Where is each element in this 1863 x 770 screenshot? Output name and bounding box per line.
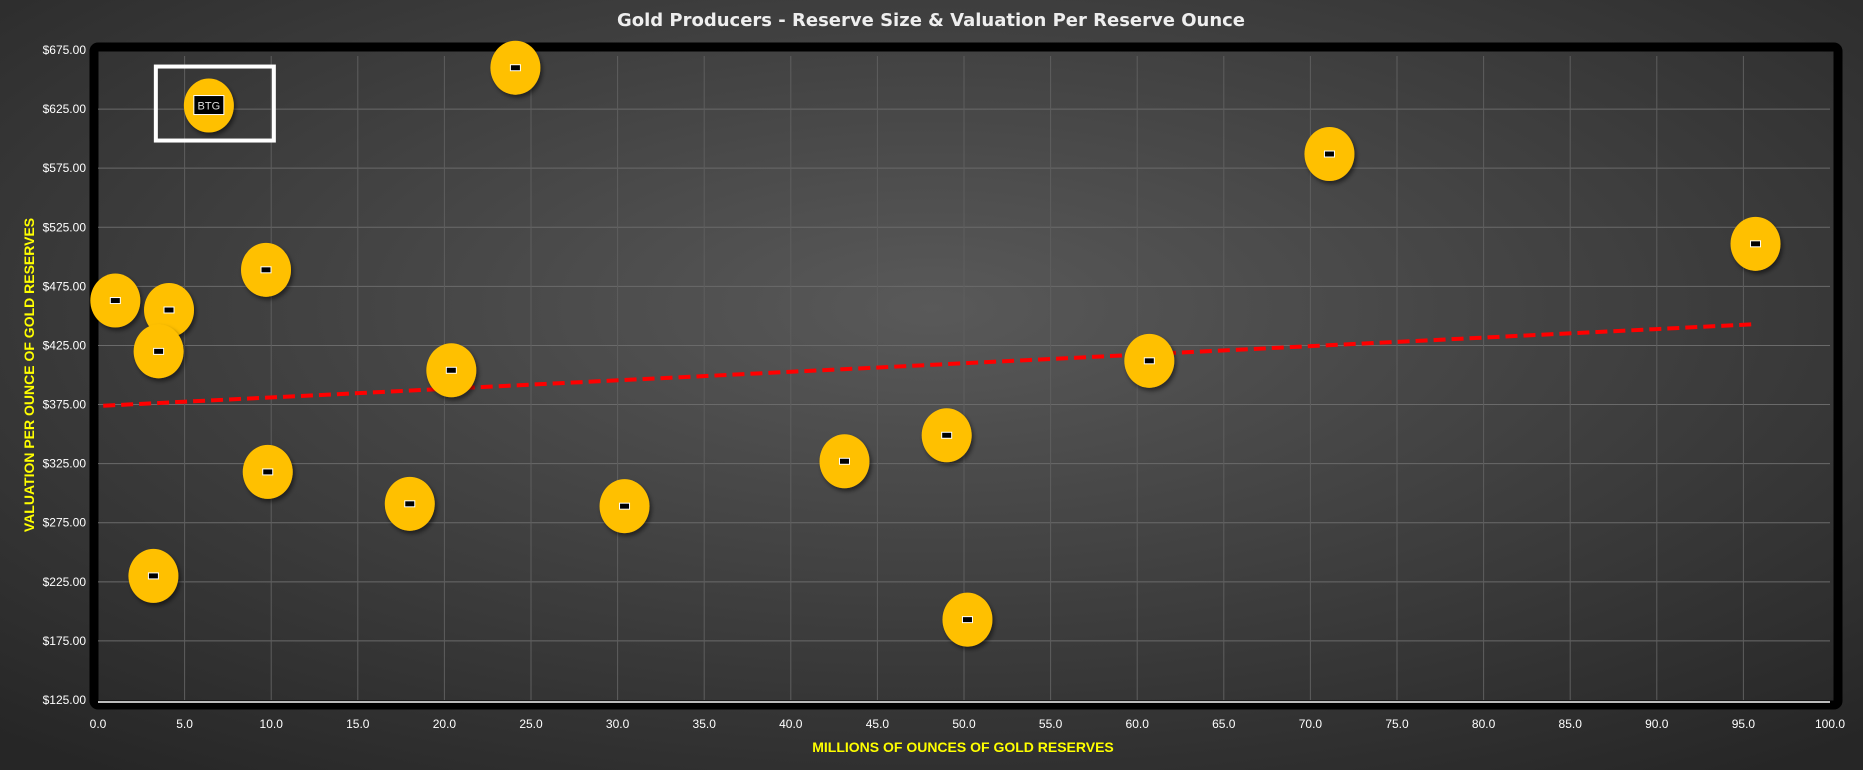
x-tick-label: 95.0 <box>1732 717 1756 731</box>
x-tick-label: 5.0 <box>176 717 193 731</box>
x-tick-label: 50.0 <box>952 717 976 731</box>
y-tick-label: $125.00 <box>43 693 87 707</box>
x-axis-label: MILLIONS OF OUNCES OF GOLD RESERVES <box>812 739 1114 755</box>
x-tick-label: 90.0 <box>1645 717 1669 731</box>
data-point <box>819 434 870 489</box>
data-label-box <box>260 266 272 274</box>
data-point <box>1124 333 1175 388</box>
x-tick-label: 40.0 <box>779 717 803 731</box>
y-tick-label: $525.00 <box>43 220 87 234</box>
x-tick-label: 85.0 <box>1559 717 1583 731</box>
data-point <box>599 479 650 534</box>
x-tick-label: 60.0 <box>1126 717 1150 731</box>
data-label-box <box>153 347 165 355</box>
data-point <box>490 40 541 95</box>
y-tick-label: $475.00 <box>43 279 87 293</box>
data-label-box <box>1323 150 1335 158</box>
x-tick-label: 15.0 <box>346 717 370 731</box>
data-point <box>384 476 435 531</box>
y-tick-label: $325.00 <box>43 457 87 471</box>
data-point <box>128 548 179 603</box>
data-point <box>241 242 292 297</box>
data-label-box <box>961 616 973 624</box>
data-label-box <box>509 64 521 72</box>
data-label-box <box>1143 357 1155 365</box>
data-point <box>426 343 477 398</box>
data-label-box <box>1750 240 1762 248</box>
y-tick-label: $275.00 <box>43 516 87 530</box>
data-label: BTG <box>198 101 221 113</box>
scatter-chart: Gold Producers - Reserve Size & Valuatio… <box>0 0 1863 770</box>
y-tick-label: $675.00 <box>43 43 87 57</box>
x-tick-label: 25.0 <box>519 717 543 731</box>
y-tick-label: $175.00 <box>43 634 87 648</box>
x-tick-label: 20.0 <box>433 717 457 731</box>
data-label-box <box>619 502 631 510</box>
x-tick-label: 100.0 <box>1815 717 1845 731</box>
data-label-box <box>109 297 121 305</box>
chart-title: Gold Producers - Reserve Size & Valuatio… <box>617 10 1245 31</box>
x-tick-label: 10.0 <box>260 717 284 731</box>
y-tick-label: $425.00 <box>43 338 87 352</box>
x-tick-label: 30.0 <box>606 717 630 731</box>
data-point <box>133 324 184 379</box>
data-point <box>90 273 141 328</box>
x-tick-label: 75.0 <box>1385 717 1409 731</box>
data-point <box>242 444 293 499</box>
data-label-box <box>941 431 953 439</box>
data-point <box>921 408 972 463</box>
data-point <box>1730 216 1781 271</box>
chart-background <box>0 0 1863 770</box>
data-point <box>1304 127 1355 181</box>
x-tick-label: 70.0 <box>1299 717 1323 731</box>
x-tick-label: 45.0 <box>866 717 890 731</box>
data-point <box>942 592 993 647</box>
y-tick-label: $625.00 <box>43 102 87 116</box>
data-label-box <box>404 500 416 508</box>
x-tick-label: 80.0 <box>1472 717 1496 731</box>
x-tick-label: 65.0 <box>1212 717 1236 731</box>
y-tick-label: $225.00 <box>43 575 87 589</box>
y-tick-label: $575.00 <box>43 161 87 175</box>
y-axis-label: VALUATION PER OUNCE OF GOLD RESERVES <box>21 218 37 532</box>
data-label-box <box>262 468 274 476</box>
x-tick-label: 0.0 <box>90 717 107 731</box>
data-label-box <box>147 572 159 580</box>
data-label-box <box>445 366 457 374</box>
data-label-box <box>163 306 175 314</box>
x-tick-label: 35.0 <box>693 717 717 731</box>
x-tick-label: 55.0 <box>1039 717 1063 731</box>
y-tick-label: $375.00 <box>43 398 87 412</box>
data-label-box <box>838 457 850 465</box>
